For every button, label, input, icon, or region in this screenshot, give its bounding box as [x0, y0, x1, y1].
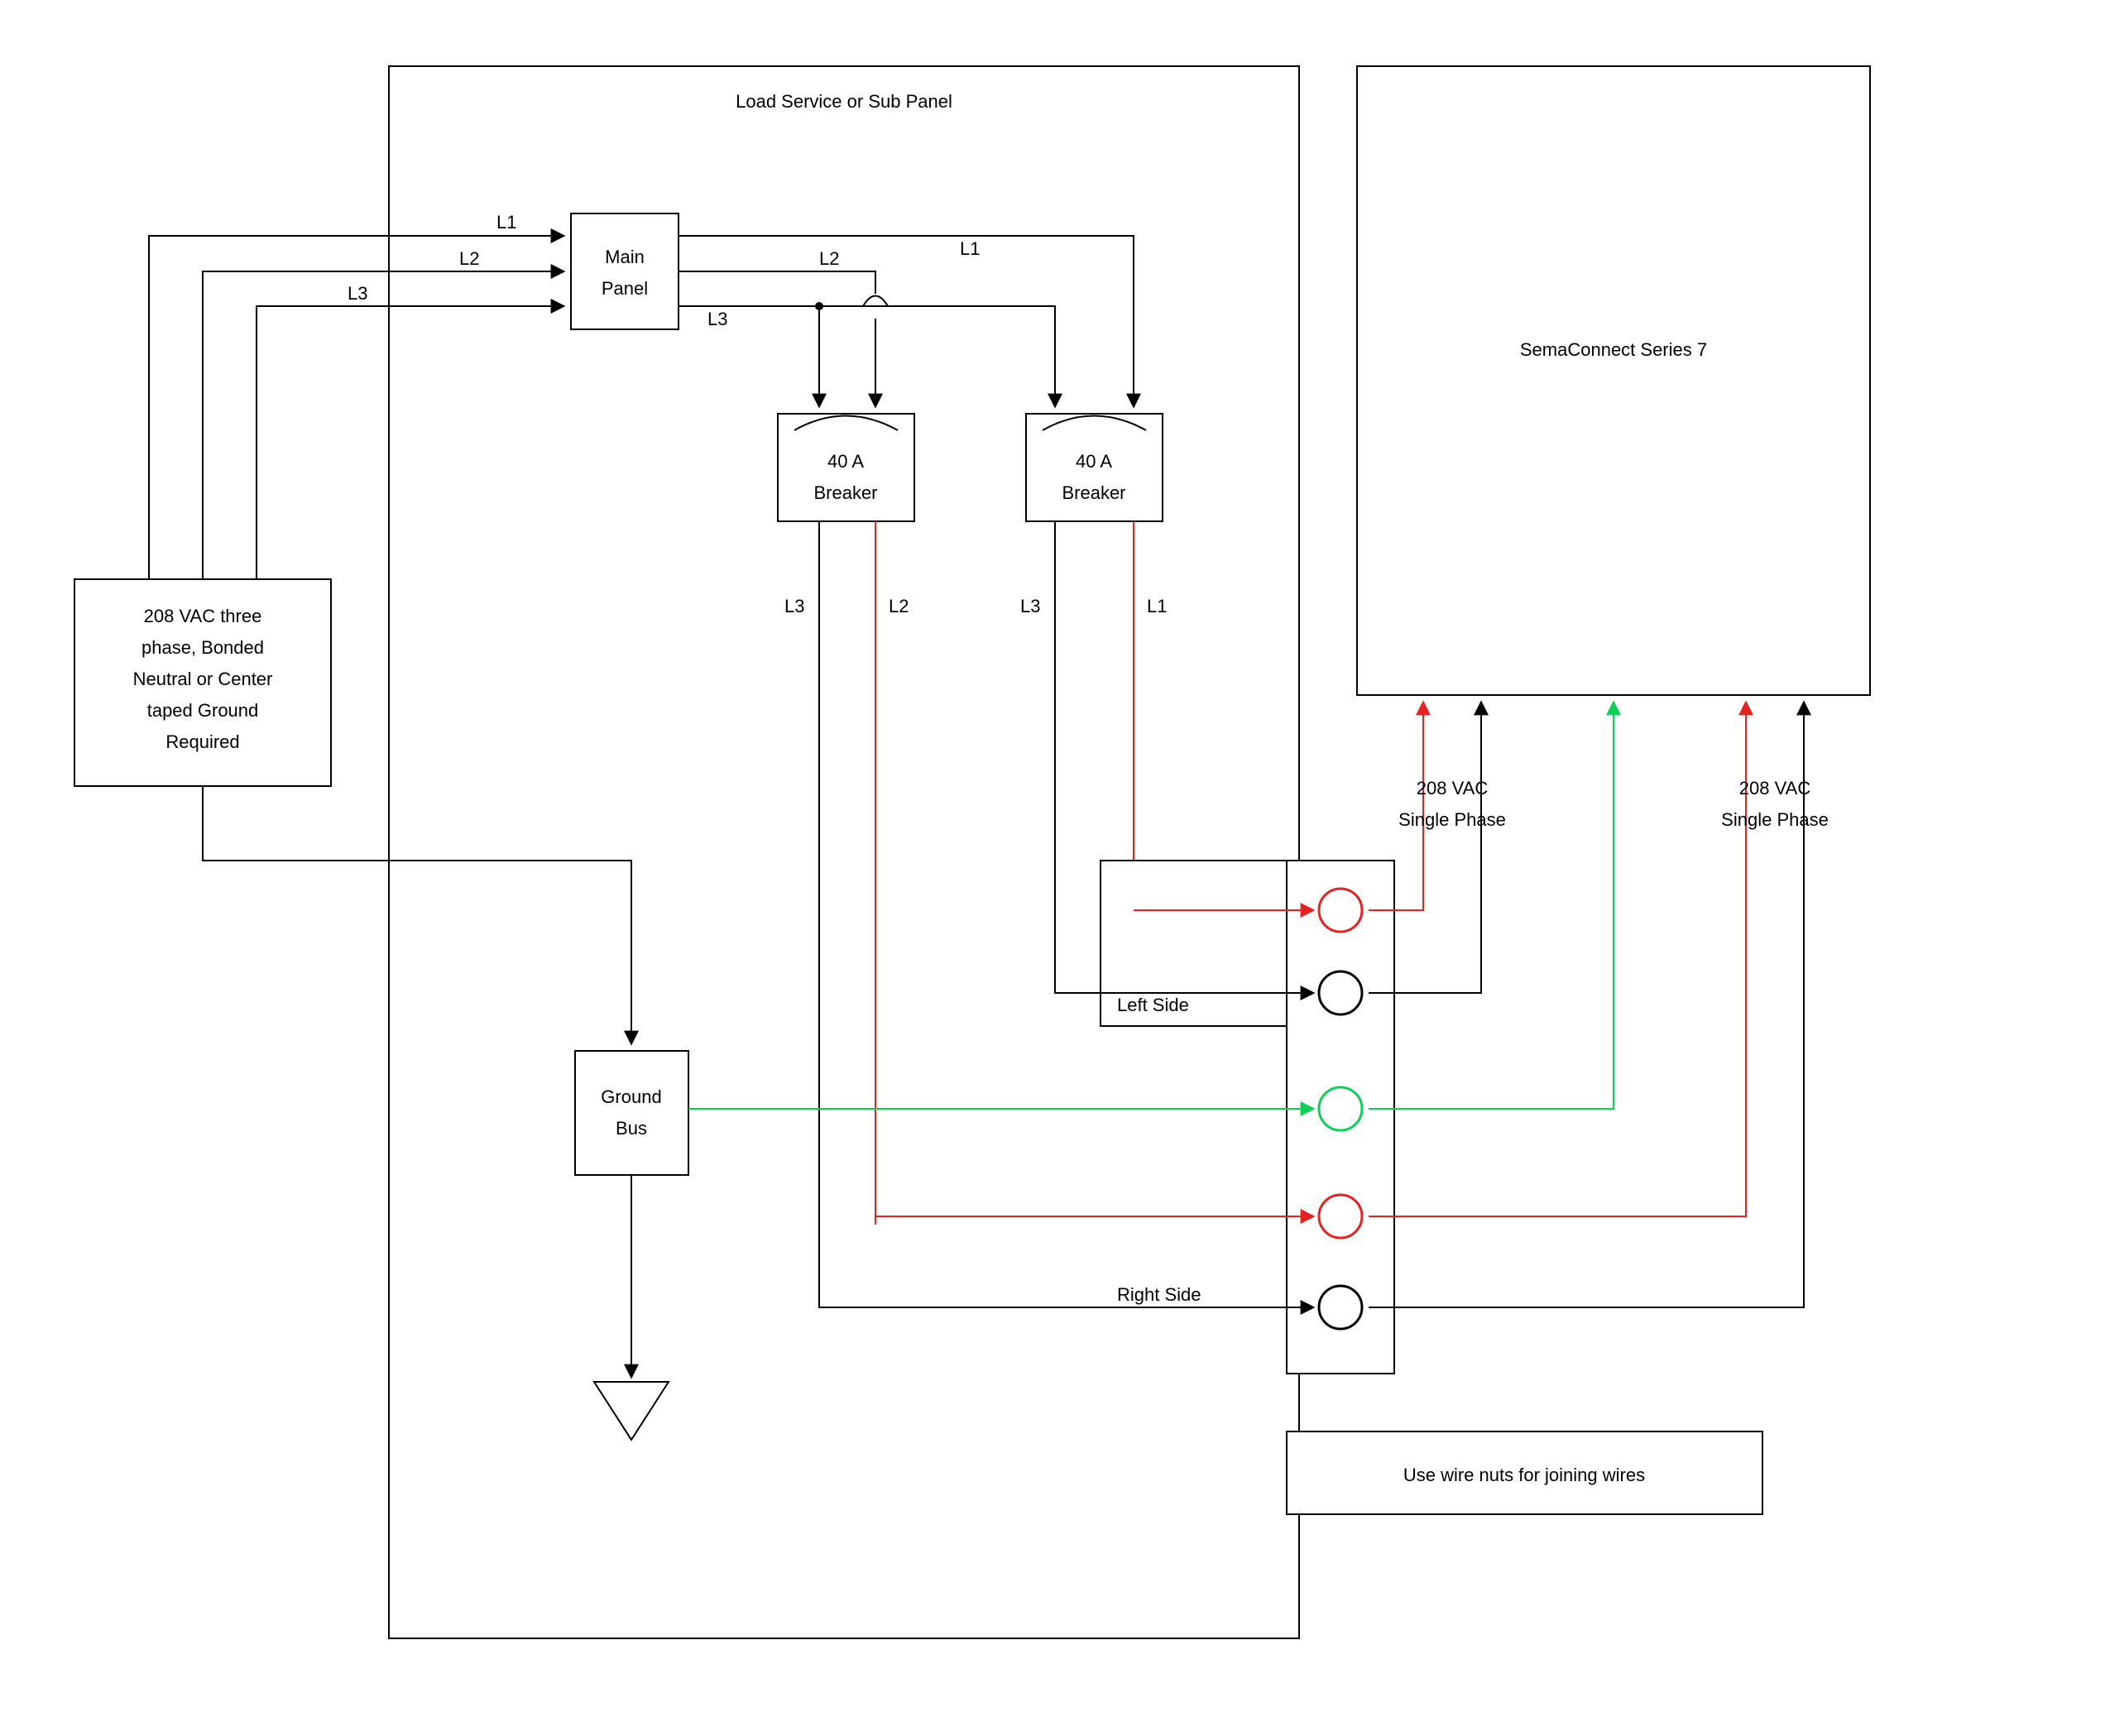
source-line-0: 208 VAC three — [144, 606, 262, 626]
junction-dot-L3 — [815, 302, 823, 310]
source-line-3: taped Ground — [147, 700, 259, 721]
terminal-4-red — [1319, 1195, 1362, 1238]
wirenuts-text: Use wire nuts for joining wires — [1403, 1465, 1645, 1485]
label-b1-L2: L2 — [889, 596, 909, 616]
label-src-L3: L3 — [348, 283, 367, 304]
device-box — [1357, 66, 1870, 695]
label-src-L2: L2 — [459, 248, 479, 269]
label-src-L1: L1 — [496, 212, 516, 233]
phase2-line-0: 208 VAC — [1739, 778, 1811, 798]
ground-bus-line-1: Bus — [616, 1118, 647, 1139]
source-line-2: Neutral or Center — [133, 669, 273, 689]
phase2-line-1: Single Phase — [1721, 809, 1829, 830]
phase1-line-0: 208 VAC — [1417, 778, 1489, 798]
main-panel-line-1: Panel — [602, 278, 648, 299]
breaker1-line-0: 40 A — [827, 451, 864, 472]
right-side-label: Right Side — [1117, 1284, 1201, 1305]
terminal-3-green — [1319, 1087, 1362, 1130]
ground-bus-box — [575, 1051, 688, 1175]
terminal-2-black — [1319, 971, 1362, 1014]
source-line-1: phase, Bonded — [141, 637, 264, 658]
label-b1-L3: L3 — [784, 596, 804, 616]
breaker2-line-1: Breaker — [1062, 482, 1125, 503]
source-line-4: Required — [165, 731, 239, 752]
sub-panel-title: Load Service or Sub Panel — [736, 91, 952, 112]
wire-t3-dev — [1369, 703, 1614, 1109]
label-mp-L2: L2 — [819, 248, 839, 269]
sub-panel-box — [389, 66, 1299, 1638]
left-side-label: Left Side — [1117, 995, 1189, 1015]
label-b2-L1: L1 — [1147, 596, 1167, 616]
label-mp-L3: L3 — [707, 309, 727, 329]
label-mp-L1: L1 — [960, 238, 980, 259]
terminal-1-red — [1319, 889, 1362, 932]
label-b2-L3: L3 — [1020, 596, 1040, 616]
terminal-5-black — [1319, 1286, 1362, 1329]
phase1-line-1: Single Phase — [1398, 809, 1506, 830]
main-panel-line-0: Main — [605, 247, 645, 267]
breaker2-line-0: 40 A — [1076, 451, 1112, 472]
device-title: SemaConnect Series 7 — [1520, 339, 1707, 360]
wiring-diagram: Load Service or Sub Panel 208 VAC three … — [0, 0, 2110, 1736]
ground-bus-line-0: Ground — [601, 1086, 661, 1107]
main-panel-box — [571, 213, 679, 329]
breaker1-line-1: Breaker — [813, 482, 877, 503]
